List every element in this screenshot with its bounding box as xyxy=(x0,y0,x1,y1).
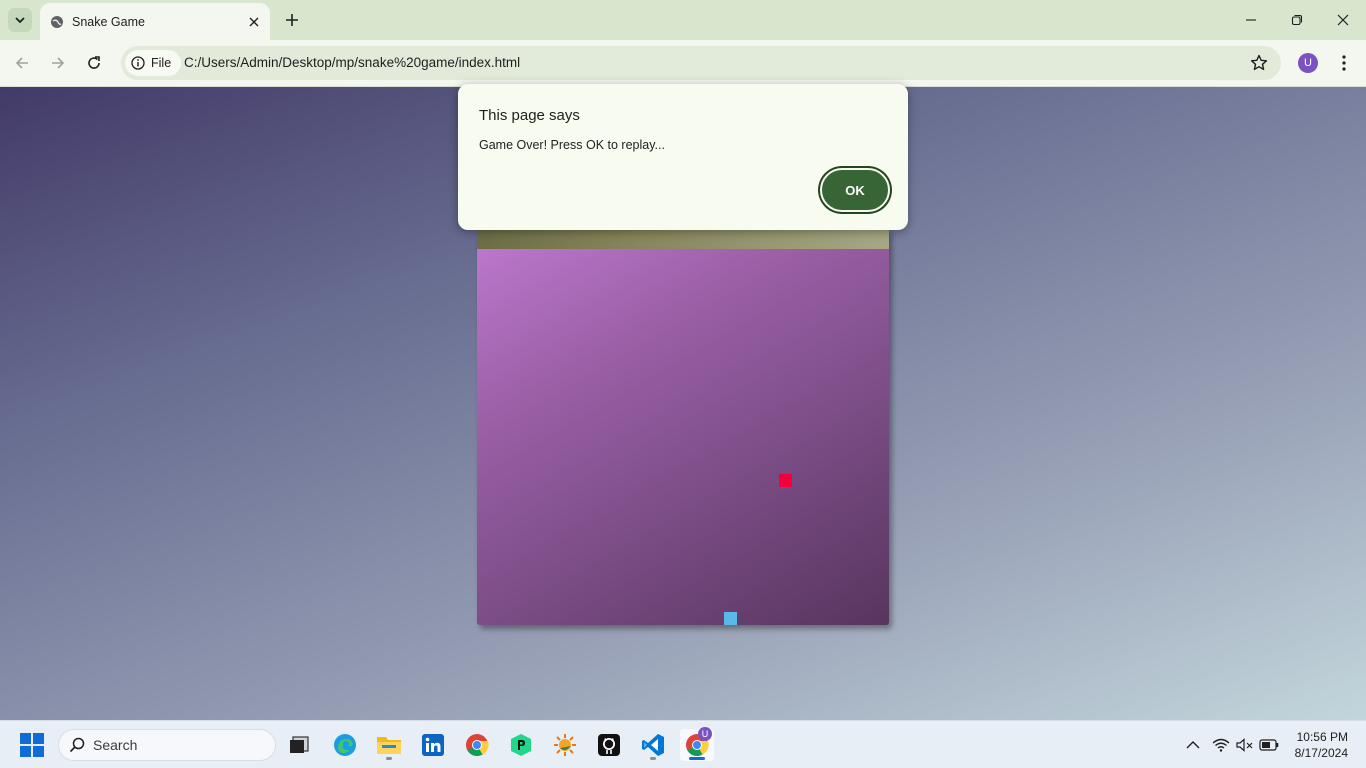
wifi-icon xyxy=(1212,738,1230,752)
windows-logo-icon xyxy=(20,733,31,744)
pycharm-edu-icon xyxy=(511,734,531,756)
taskbar: Search U 10:56 PM 8/17/2024 xyxy=(0,720,1366,768)
edge-app[interactable] xyxy=(328,729,362,761)
dialog-title: This page says xyxy=(479,107,580,124)
linkedin-icon xyxy=(422,734,444,756)
minimize-icon xyxy=(1246,19,1256,21)
snake-head xyxy=(724,612,737,625)
plus-icon xyxy=(286,14,298,26)
chrome-icon xyxy=(466,734,489,756)
volume-button[interactable] xyxy=(1235,735,1255,755)
windows-logo-icon xyxy=(33,746,44,757)
github-app[interactable] xyxy=(592,729,626,761)
restore-button[interactable] xyxy=(1274,0,1320,40)
search-icon xyxy=(69,737,85,753)
vscode-icon xyxy=(642,734,664,756)
active-indicator xyxy=(689,757,705,760)
reload-icon xyxy=(88,56,100,69)
chevron-down-icon xyxy=(15,17,25,24)
browser-menu-button[interactable] xyxy=(1334,52,1354,74)
weather-app[interactable] xyxy=(548,729,582,761)
search-placeholder: Search xyxy=(93,737,138,753)
start-button[interactable] xyxy=(20,733,44,757)
tab-search-button[interactable] xyxy=(8,8,32,32)
battery-icon xyxy=(1259,739,1279,751)
site-info-label: File xyxy=(151,56,172,70)
system-clock[interactable]: 10:56 PM 8/17/2024 xyxy=(1295,729,1348,761)
volume-muted-icon xyxy=(1236,738,1253,752)
close-icon xyxy=(1337,14,1349,26)
new-tab-button[interactable] xyxy=(280,8,304,32)
chrome-active-app[interactable]: U xyxy=(680,727,714,761)
tab-strip: Snake Game xyxy=(0,0,1366,40)
file-explorer-app[interactable] xyxy=(372,729,406,761)
game-container xyxy=(477,228,889,625)
chevron-up-icon xyxy=(1186,741,1200,749)
info-icon xyxy=(131,56,145,70)
running-indicator xyxy=(386,757,392,760)
minimize-button[interactable] xyxy=(1228,0,1274,40)
edge-icon xyxy=(334,734,356,756)
profile-badge: U xyxy=(698,727,712,741)
address-bar[interactable]: File C:/Users/Admin/Desktop/mp/snake%20g… xyxy=(121,46,1281,80)
arrow-right-icon xyxy=(52,57,65,69)
reload-button[interactable] xyxy=(81,50,107,76)
close-window-button[interactable] xyxy=(1320,0,1366,40)
running-indicator xyxy=(650,757,656,760)
show-hidden-icons-button[interactable] xyxy=(1183,735,1203,755)
task-view-icon xyxy=(290,736,309,753)
windows-logo-icon xyxy=(33,733,44,744)
tab-title: Snake Game xyxy=(72,14,145,29)
browser-toolbar: File C:/Users/Admin/Desktop/mp/snake%20g… xyxy=(0,40,1366,87)
github-icon xyxy=(598,734,620,756)
sun-icon xyxy=(554,734,576,756)
food-pixel xyxy=(779,474,792,487)
back-button[interactable] xyxy=(9,50,35,76)
close-icon xyxy=(249,17,259,26)
clock-time: 10:56 PM xyxy=(1296,730,1348,744)
vscode-app[interactable] xyxy=(636,729,670,761)
dialog-message: Game Over! Press OK to replay... xyxy=(479,138,665,152)
active-tab[interactable]: Snake Game xyxy=(40,3,270,40)
more-vert-icon xyxy=(1342,55,1346,71)
site-info-chip[interactable]: File xyxy=(125,50,182,76)
ok-button[interactable]: OK xyxy=(820,168,890,212)
alert-dialog: This page says Game Over! Press OK to re… xyxy=(458,84,908,230)
windows-logo-icon xyxy=(20,746,31,757)
clock-date: 8/17/2024 xyxy=(1294,746,1348,760)
bookmark-star-icon[interactable] xyxy=(1249,53,1269,73)
pycharm-edu-app[interactable] xyxy=(504,729,538,761)
score-bar xyxy=(477,228,889,249)
linkedin-app[interactable] xyxy=(416,729,450,761)
restore-icon xyxy=(1291,14,1303,26)
task-view-button[interactable] xyxy=(283,729,317,761)
game-board[interactable] xyxy=(477,249,889,625)
taskbar-search[interactable]: Search xyxy=(58,729,276,761)
forward-button[interactable] xyxy=(45,50,71,76)
profile-avatar[interactable]: U xyxy=(1298,53,1318,73)
chrome-app[interactable] xyxy=(460,729,494,761)
arrow-left-icon xyxy=(15,57,28,69)
globe-icon xyxy=(51,15,63,28)
close-tab-button[interactable] xyxy=(244,12,264,32)
wifi-button[interactable] xyxy=(1211,735,1231,755)
folder-icon xyxy=(377,737,401,754)
battery-button[interactable] xyxy=(1259,735,1279,755)
url-text[interactable]: C:/Users/Admin/Desktop/mp/snake%20game/i… xyxy=(184,55,520,70)
